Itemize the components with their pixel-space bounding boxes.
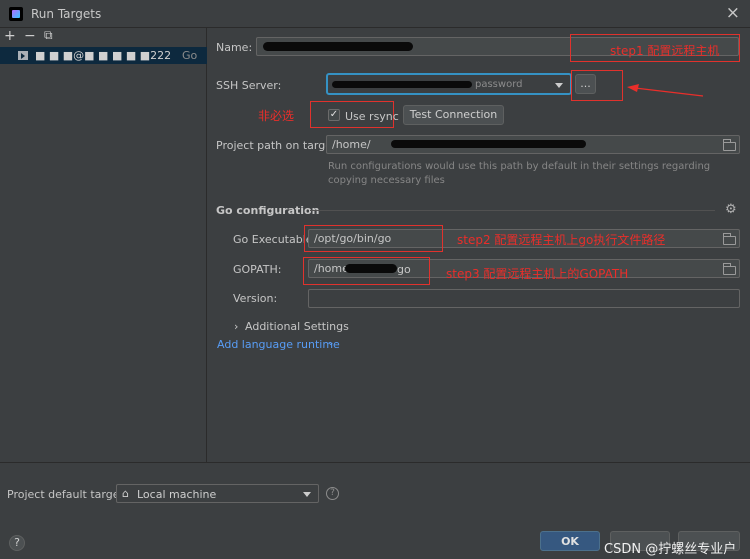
go-configuration-title: Go configuration [216,204,320,217]
redaction-scribble [263,42,413,51]
folder-icon[interactable] [723,233,736,245]
ssh-server-label: SSH Server: [216,79,282,92]
name-label: Name: [216,41,253,54]
rsync-label: Use rsync [345,110,399,123]
project-path-label: Project path on target: [216,139,340,152]
chevron-down-icon [555,83,563,88]
home-icon: ⌂ [122,487,129,500]
chevron-right-icon[interactable]: › [234,320,238,333]
chevron-down-icon [303,492,311,497]
target-list-item[interactable]: ■ ■ ■@■ ■ ■ ■ ■222 Go [0,47,207,64]
close-icon[interactable]: × [726,3,740,23]
redaction-scribble [391,140,586,148]
annotation-box-gopath [303,257,430,285]
title-bar: Run Targets × [0,0,750,28]
version-field [308,289,740,308]
ok-button[interactable]: OK [540,531,600,551]
project-path-hint: Run configurations would use this path b… [328,161,711,186]
annotation-arrow [627,84,704,97]
annotation-box-go-exec [304,225,443,252]
targets-panel: + − ⧉ ■ ■ ■@■ ■ ■ ■ ■222 Go [0,28,207,462]
ssh-server-value: password [475,79,523,90]
redaction-scribble [332,81,472,88]
target-type: Go [182,49,198,62]
default-target-combo[interactable]: ⌂ Local machine [116,484,319,503]
target-name: ■ ■ ■@■ ■ ■ ■ ■222 [35,49,172,62]
remove-icon[interactable]: − [24,28,36,44]
annotation-step3: step3 配置远程主机上的GOPATH [446,267,629,281]
section-divider [310,210,715,211]
copy-icon[interactable]: ⧉ [44,28,53,43]
annotation-box-browse [571,70,623,101]
help-button[interactable]: ? [9,535,25,551]
add-icon[interactable]: + [4,28,16,44]
chevron-down-icon[interactable]: ⌄ [327,338,335,348]
ssh-target-icon [18,51,28,60]
default-target-value: Local machine [137,488,217,501]
additional-settings-toggle[interactable]: Additional Settings [245,320,349,333]
watermark: CSDN @拧螺丝专业户 [604,542,737,557]
footer-divider [0,462,750,463]
rsync-checkbox[interactable]: ✓ [328,109,340,121]
annotation-step1: step1 配置远程主机 [610,44,720,58]
ssh-server-combo[interactable]: password [326,73,572,95]
test-connection-button[interactable]: Test Connection [403,105,504,125]
help-icon[interactable]: ? [326,487,339,500]
app-icon [9,7,23,21]
annotation-step2: step2 配置远程主机上go执行文件路径 [457,233,666,247]
folder-icon[interactable] [723,263,736,275]
annotation-optional: 非必选 [258,109,295,123]
gopath-label: GOPATH: [233,263,282,276]
version-label: Version: [233,292,278,305]
gear-icon[interactable]: ⚙ [725,202,737,217]
targets-toolbar: + − ⧉ [0,28,206,46]
add-language-runtime-link[interactable]: Add language runtime [217,338,340,351]
window-title: Run Targets [31,7,102,21]
folder-icon[interactable] [723,139,736,151]
project-default-target-label: Project default target: [7,488,128,501]
